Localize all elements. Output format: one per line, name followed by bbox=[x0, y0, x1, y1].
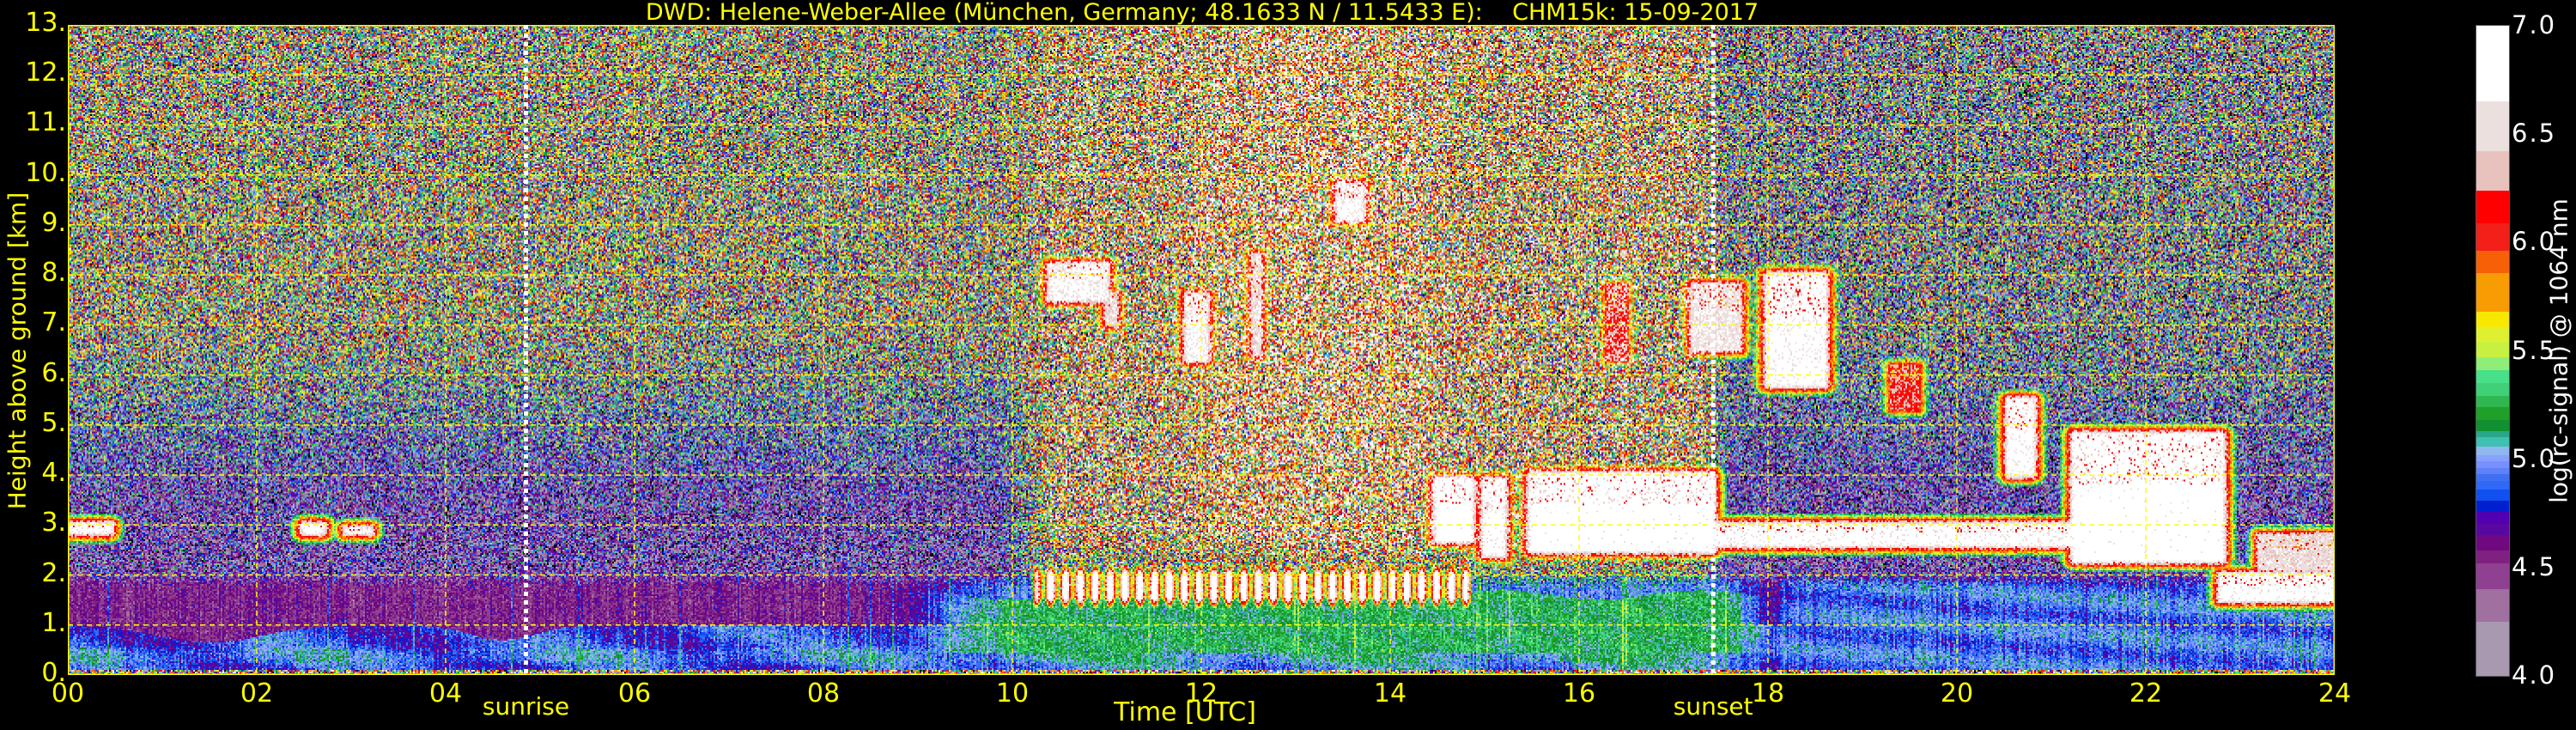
colorbar-segment bbox=[2476, 480, 2509, 490]
colorbar-segment bbox=[2476, 461, 2509, 468]
colorbar-segment bbox=[2476, 589, 2509, 622]
colorbar-segment bbox=[2476, 370, 2509, 384]
colorbar-segment bbox=[2476, 621, 2509, 676]
x-tick-label: 24 bbox=[2318, 678, 2352, 709]
colorbar-segment bbox=[2476, 342, 2509, 358]
colorbar-segment bbox=[2476, 151, 2509, 191]
colorbar-segment bbox=[2476, 489, 2509, 501]
colorbar-segment bbox=[2476, 500, 2509, 512]
colorbar-label: log(rc-signal) @ 1064 nm bbox=[2544, 198, 2573, 503]
colorbar-segment bbox=[2476, 357, 2509, 371]
y-tick-label: 0. bbox=[41, 658, 66, 688]
colorbar-segment bbox=[2476, 190, 2509, 223]
x-tick-label: 02 bbox=[240, 678, 274, 709]
y-tick-label: 1. bbox=[41, 607, 66, 638]
colorbar-segment bbox=[2476, 312, 2509, 327]
y-tick-label: 7. bbox=[41, 307, 66, 338]
colorbar-tick-label: 4.5 bbox=[2512, 551, 2557, 581]
colorbar-tick-label: 7.0 bbox=[2512, 10, 2557, 40]
grid-overlay bbox=[68, 25, 2335, 675]
x-tick-label: 06 bbox=[617, 678, 652, 709]
plot-area bbox=[68, 25, 2335, 675]
colorbar-segment bbox=[2476, 383, 2509, 397]
colorbar-segment bbox=[2476, 437, 2509, 447]
y-tick-label: 9. bbox=[41, 207, 66, 238]
x-tick-label: 08 bbox=[806, 678, 841, 709]
colorbar-segment bbox=[2476, 430, 2509, 438]
x-tick-label: 22 bbox=[2129, 678, 2163, 709]
colorbar-segment bbox=[2476, 467, 2509, 475]
colorbar-segment bbox=[2476, 563, 2509, 590]
y-axis-label: Height above ground [km] bbox=[3, 192, 32, 510]
colorbar bbox=[2476, 25, 2510, 677]
colorbar-tick-label: 4.0 bbox=[2512, 660, 2557, 690]
y-tick-label: 6. bbox=[41, 357, 66, 388]
colorbar-segment bbox=[2476, 524, 2509, 535]
y-tick-label: 12. bbox=[25, 58, 66, 88]
sunrise-label: sunrise bbox=[482, 692, 570, 721]
colorbar-segment bbox=[2476, 446, 2509, 455]
colorbar-segment bbox=[2476, 326, 2509, 343]
x-tick-label: 14 bbox=[1373, 678, 1407, 709]
sunset-label: sunset bbox=[1673, 692, 1753, 721]
y-tick-label: 2. bbox=[41, 557, 66, 588]
y-tick-label: 8. bbox=[41, 258, 66, 289]
x-tick-label: 20 bbox=[1940, 678, 1974, 709]
y-tick-label: 11. bbox=[25, 107, 66, 138]
y-tick-label: 13. bbox=[25, 8, 66, 38]
y-tick-label: 5. bbox=[41, 407, 66, 438]
colorbar-segment bbox=[2476, 396, 2509, 408]
colorbar-tick-label: 6.5 bbox=[2512, 119, 2557, 149]
colorbar-segment bbox=[2476, 474, 2509, 481]
x-axis-label: Time [UTC] bbox=[1114, 697, 1256, 727]
colorbar-segment bbox=[2476, 251, 2509, 273]
chart-title: DWD: Helene-Weber-Allee (München, German… bbox=[645, 0, 1759, 26]
colorbar-segment bbox=[2476, 407, 2509, 421]
colorbar-segment bbox=[2476, 511, 2509, 525]
y-tick-label: 3. bbox=[41, 508, 66, 538]
colorbar-segment bbox=[2476, 101, 2509, 152]
colorbar-segment bbox=[2476, 534, 2509, 551]
y-tick-label: 4. bbox=[41, 458, 66, 489]
x-tick-label: 16 bbox=[1562, 678, 1596, 709]
colorbar-segment bbox=[2476, 550, 2509, 563]
colorbar-segment bbox=[2476, 222, 2509, 252]
colorbar-segment bbox=[2476, 272, 2509, 313]
colorbar-segment bbox=[2476, 26, 2509, 102]
colorbar-segment bbox=[2476, 454, 2509, 462]
colorbar-segment bbox=[2476, 420, 2509, 431]
